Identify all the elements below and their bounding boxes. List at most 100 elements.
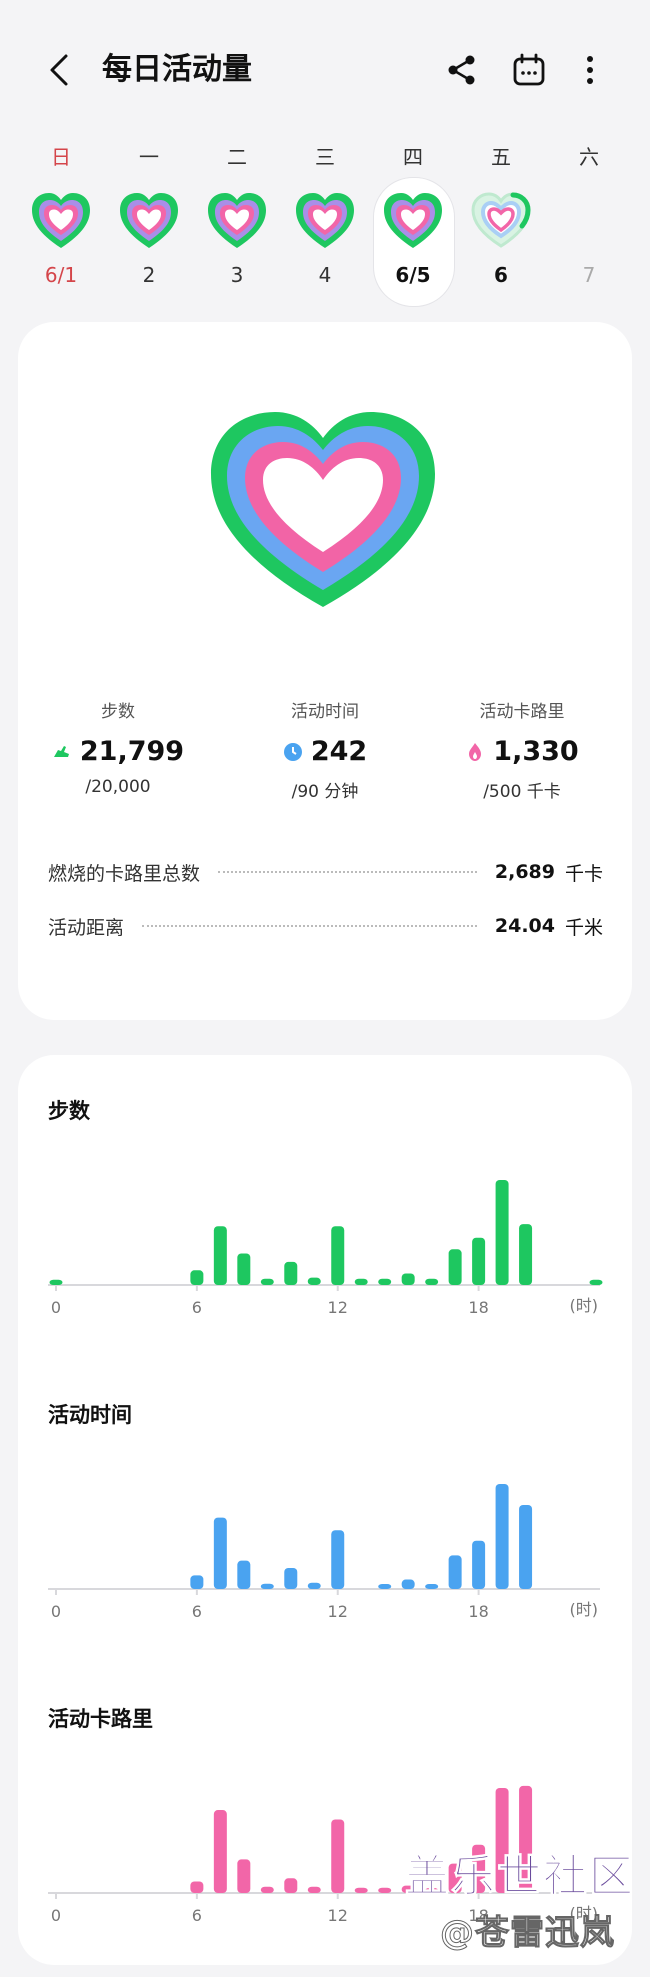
day-date: 6 (494, 263, 508, 287)
bar-hour-10[interactable] (284, 1568, 298, 1589)
app-header: 每日活动量 (0, 0, 650, 140)
calendar-icon[interactable] (511, 52, 547, 88)
stat-steps[interactable]: 步数 21,799 /20,000 (18, 697, 218, 797)
day-fri[interactable]: 五 6 (461, 135, 541, 305)
share-icon[interactable] (444, 52, 480, 88)
stat-goal: /500 千卡 (483, 782, 561, 802)
bar-hour-20[interactable] (519, 1505, 533, 1589)
x-unit-label: (时) (570, 1296, 599, 1315)
row-label: 燃烧的卡路里总数 (48, 862, 201, 885)
bar-hour-12[interactable] (331, 1226, 345, 1285)
x-tick-label: 18 (468, 1602, 488, 1621)
activity-heart-icon (32, 193, 90, 248)
activity-heart-icon (296, 193, 354, 248)
bar-hour-12[interactable] (331, 1819, 345, 1894)
bar-hour-9[interactable] (260, 1278, 274, 1285)
bar-hour-6[interactable] (190, 1270, 204, 1285)
distance-row[interactable]: 活动距离 24.04 千米 (48, 911, 603, 941)
bar-hour-6[interactable] (190, 1881, 204, 1893)
row-value: 2,689 (494, 861, 555, 883)
bar-hour-8[interactable] (237, 1859, 251, 1893)
bar-hour-14[interactable] (378, 1278, 392, 1285)
bar-hour-11[interactable] (307, 1886, 321, 1893)
bar-hour-19[interactable] (495, 1180, 509, 1285)
x-tick-label: 0 (51, 1602, 61, 1621)
bar-hour-15[interactable] (401, 1579, 415, 1589)
stat-value: 1,330 (493, 736, 579, 767)
bar-hour-16[interactable] (425, 1584, 439, 1589)
bar-hour-7[interactable] (213, 1517, 227, 1589)
bar-hour-8[interactable] (237, 1560, 251, 1589)
bar-hour-20[interactable] (519, 1224, 533, 1285)
stat-label: 活动时间 (291, 702, 359, 722)
bar-hour-10[interactable] (284, 1878, 298, 1893)
stat-goal: /90 分钟 (291, 782, 359, 802)
day-tue[interactable]: 二 3 (197, 135, 277, 305)
day-name: 日 (51, 145, 71, 169)
bar-hour-17[interactable] (448, 1249, 462, 1285)
bar-hour-23[interactable] (589, 1279, 603, 1285)
day-wed[interactable]: 三 4 (285, 135, 365, 305)
day-name: 二 (227, 145, 247, 169)
bar-hour-7[interactable] (213, 1810, 227, 1893)
day-date: 3 (230, 263, 244, 287)
day-name: 一 (139, 145, 159, 169)
stat-value: 242 (310, 736, 368, 767)
row-value: 24.04 (494, 915, 555, 937)
row-unit: 千卡 (564, 862, 603, 885)
chart-title-steps: 步数 (48, 1099, 90, 1123)
day-mon[interactable]: 一 2 (109, 135, 189, 305)
activity-heart-icon (120, 193, 178, 248)
bar-hour-16[interactable] (425, 1278, 439, 1285)
x-tick-label: 0 (51, 1298, 61, 1317)
stat-value: 21,799 (79, 736, 185, 767)
bar-hour-19[interactable] (495, 1484, 509, 1589)
bar-hour-9[interactable] (260, 1886, 274, 1893)
bar-hour-11[interactable] (307, 1277, 321, 1285)
x-unit-label: (时) (570, 1600, 599, 1619)
x-tick-label: 12 (328, 1906, 348, 1925)
day-date: 4 (318, 263, 332, 287)
back-icon[interactable] (40, 50, 80, 90)
stat-label: 活动卡路里 (479, 702, 565, 722)
bar-hour-14[interactable] (378, 1584, 392, 1589)
bar-hour-8[interactable] (237, 1253, 251, 1286)
day-thu-selected[interactable]: 四 6/5 (373, 135, 455, 307)
activity-heart-icon (384, 193, 442, 248)
stat-active-time[interactable]: 活动时间 242 /90 分钟 (225, 697, 425, 802)
bar-hour-13[interactable] (354, 1887, 368, 1893)
bar-hour-17[interactable] (448, 1555, 462, 1589)
more-icon[interactable] (572, 52, 608, 88)
day-date: 6/5 (395, 263, 431, 287)
x-tick-label: 6 (192, 1906, 202, 1925)
activity-heart-icon (208, 193, 266, 248)
bar-hour-12[interactable] (331, 1530, 345, 1589)
bar-hour-11[interactable] (307, 1582, 321, 1589)
stat-goal: /20,000 (85, 777, 151, 797)
x-tick-label: 18 (468, 1298, 488, 1317)
steps-hourly-chart: 0 6 12 18 (时) (48, 1180, 603, 1317)
total-calories-row[interactable]: 燃烧的卡路里总数 2,689 千卡 (48, 857, 603, 887)
bar-hour-14[interactable] (378, 1887, 392, 1893)
bar-hour-13[interactable] (354, 1278, 368, 1285)
watermark-community: 盖乐世社区 (405, 1851, 635, 1903)
bar-hour-9[interactable] (260, 1583, 274, 1589)
x-tick-label: 12 (328, 1298, 348, 1317)
bar-hour-15[interactable] (401, 1273, 415, 1285)
x-tick-label: 0 (51, 1906, 61, 1925)
day-sat[interactable]: 六 7 (549, 135, 629, 305)
stat-label: 步数 (101, 702, 135, 722)
x-tick-label: 6 (192, 1298, 202, 1317)
bar-hour-6[interactable] (190, 1575, 204, 1589)
bar-hour-0[interactable] (49, 1279, 63, 1285)
bar-hour-18[interactable] (472, 1237, 486, 1285)
bar-hour-18[interactable] (472, 1540, 486, 1589)
day-name: 六 (579, 145, 599, 169)
bar-hour-10[interactable] (284, 1261, 298, 1285)
bar-hour-7[interactable] (213, 1226, 227, 1285)
x-tick-label: 6 (192, 1602, 202, 1621)
stat-active-calories[interactable]: 活动卡路里 1,330 /500 千卡 (422, 697, 622, 802)
chart-title-active-time: 活动时间 (48, 1403, 132, 1427)
day-sun[interactable]: 日 6/1 (21, 135, 101, 305)
chart-title-active-calories: 活动卡路里 (48, 1707, 153, 1731)
